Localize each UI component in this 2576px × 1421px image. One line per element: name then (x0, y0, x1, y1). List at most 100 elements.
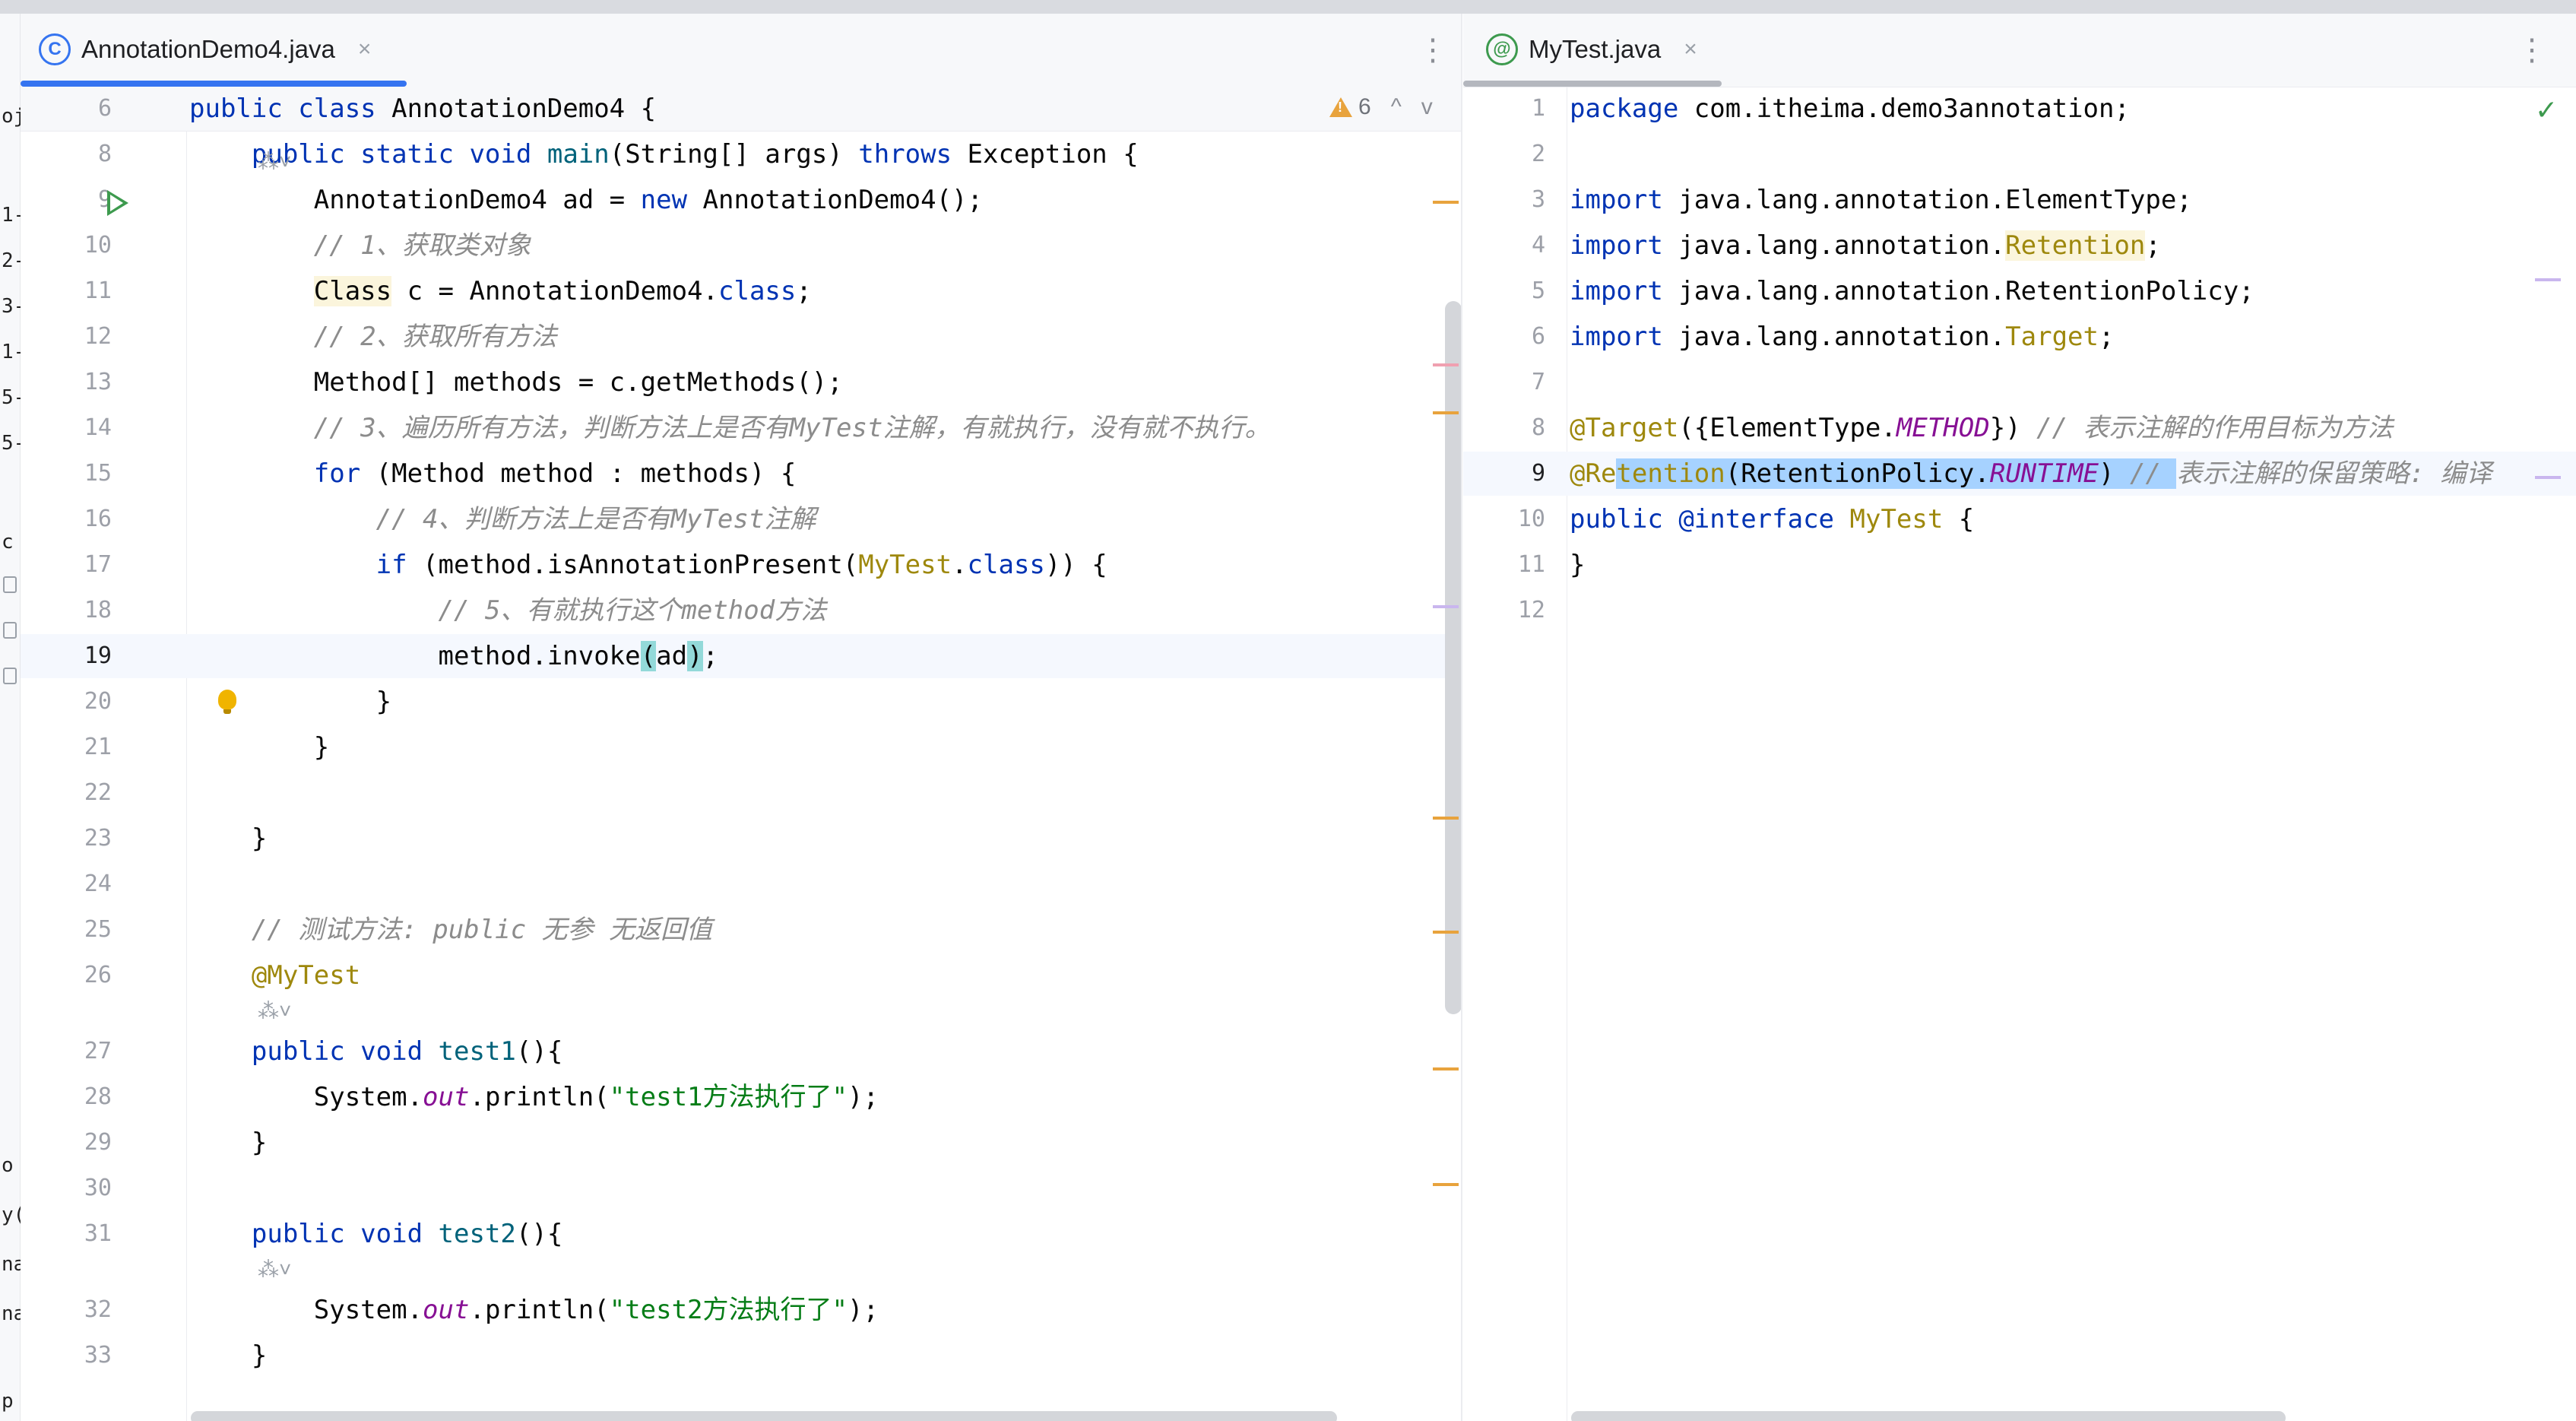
warning-marker[interactable] (1433, 817, 1459, 820)
code-line[interactable]: 3 import java.lang.annotation.ElementType… (1463, 178, 2576, 222)
tab-annotationdemo4[interactable]: C AnnotationDemo4.java × (39, 24, 371, 75)
code-line[interactable]: 8 public static void main(String[] args)… (21, 132, 1461, 176)
code-line[interactable]: 33 } (21, 1334, 1461, 1378)
code-text[interactable]: import java.lang.annotation.RetentionPol… (1570, 269, 2254, 313)
warning-marker[interactable] (1433, 1183, 1459, 1186)
code-line[interactable]: 13 Method[] methods = c.getMethods(); (21, 360, 1461, 404)
info-marker[interactable] (2535, 278, 2561, 281)
info-marker[interactable] (2535, 476, 2561, 479)
code-text[interactable]: // 5、有就执行这个method方法 (189, 588, 827, 633)
project-tree-fragment[interactable]: p (2, 1390, 14, 1413)
code-text[interactable]: } (1570, 543, 1585, 587)
code-line[interactable]: 27 public void test1(){ (21, 1029, 1461, 1074)
warning-marker[interactable] (1433, 411, 1459, 414)
more-options-icon[interactable]: ⋮ (2517, 35, 2547, 65)
code-line[interactable]: 1 package com.itheima.demo3annotation; (1463, 87, 2576, 131)
code-text[interactable]: // 4、判断方法上是否有MyTest注解 (189, 497, 816, 541)
code-text[interactable]: public class AnnotationDemo4 { (189, 87, 656, 131)
close-icon[interactable]: × (358, 36, 372, 62)
close-icon[interactable]: × (1684, 36, 1697, 62)
code-text[interactable]: } (189, 1334, 267, 1378)
code-text[interactable]: } (189, 1121, 267, 1165)
code-line[interactable]: 9 @Retention(RetentionPolicy.RUNTIME) // … (1463, 452, 2576, 496)
vertical-scrollbar[interactable] (1445, 301, 1461, 1014)
code-text[interactable]: System.out.println("test2方法执行了"); (189, 1288, 879, 1332)
editor-pane-mytest[interactable]: @ MyTest.java × ⋮ 1 package com.itheima.d… (1463, 14, 2576, 1421)
code-text[interactable]: System.out.println("test1方法执行了"); (189, 1075, 879, 1119)
code-editor-right[interactable]: 1 package com.itheima.demo3annotation; 2 3 i… (1463, 87, 2576, 1421)
code-line[interactable]: 31 public void test2(){ (21, 1212, 1461, 1256)
code-text[interactable]: @MyTest (189, 953, 360, 998)
code-line[interactable]: 4 import java.lang.annotation.Retention; (1463, 224, 2576, 268)
code-text[interactable]: for (Method method : methods) { (189, 452, 797, 496)
code-line[interactable]: 18 // 5、有就执行这个method方法 (21, 588, 1461, 633)
code-line[interactable]: 9 AnnotationDemo4 ad = new AnnotationDem… (21, 178, 1461, 222)
code-line[interactable]: 16 // 4、判断方法上是否有MyTest注解 (21, 497, 1461, 541)
more-options-icon[interactable]: ⋮ (1418, 35, 1448, 65)
code-line[interactable]: 6 import java.lang.annotation.Target; (1463, 315, 2576, 359)
code-text[interactable]: } (189, 725, 329, 769)
code-line[interactable]: 7 (1463, 360, 2576, 404)
code-line[interactable]: 8 @Target({ElementType.METHOD}) // 表示注解的作… (1463, 406, 2576, 450)
code-line[interactable]: 5 import java.lang.annotation.RetentionPo… (1463, 269, 2576, 313)
code-line[interactable]: 11} (1463, 543, 2576, 587)
code-line[interactable]: 25 // 测试方法: public 无参 无返回值 (21, 908, 1461, 952)
code-line[interactable]: 24 (21, 862, 1461, 906)
code-line[interactable]: 26 @MyTest (21, 953, 1461, 998)
code-text[interactable]: import java.lang.annotation.ElementType; (1570, 178, 2192, 222)
lightbulb-icon[interactable] (218, 690, 236, 714)
warning-marker[interactable] (1433, 931, 1459, 934)
code-text[interactable]: AnnotationDemo4 ad = new AnnotationDemo4… (189, 178, 983, 222)
project-tree-fragment[interactable]: o (2, 1154, 14, 1177)
info-marker[interactable] (1433, 605, 1459, 608)
code-line[interactable]: 2 (1463, 132, 2576, 176)
run-icon[interactable] (107, 190, 128, 216)
code-line[interactable]: 19 method.invoke(ad); (21, 634, 1461, 678)
project-tree-fragment[interactable]: c (2, 531, 14, 553)
code-text[interactable]: import java.lang.annotation.Target; (1570, 315, 2114, 359)
code-text[interactable]: // 3、遍历所有方法，判断方法上是否有MyTest注解，有就执行，没有就不执行… (189, 406, 1271, 450)
code-line[interactable]: 14 // 3、遍历所有方法，判断方法上是否有MyTest注解，有就执行，没有就… (21, 406, 1461, 450)
code-line[interactable]: 11 Class c = AnnotationDemo4.class; (21, 269, 1461, 313)
code-text[interactable]: package com.itheima.demo3annotation; (1570, 87, 2130, 131)
horizontal-scrollbar[interactable] (191, 1411, 1337, 1421)
project-sidebar-strip[interactable]: oj 1- 2- 3- 1- 5- 5- c o y(na na p (0, 14, 25, 1421)
code-text[interactable]: @Target({ElementType.METHOD}) // 表示注解的作用… (1570, 406, 2394, 450)
code-line[interactable]: 15 for (Method method : methods) { (21, 452, 1461, 496)
error-marker[interactable] (1433, 363, 1459, 366)
code-line[interactable]: 29 } (21, 1121, 1461, 1165)
code-line[interactable]: 28 System.out.println("test1方法执行了"); (21, 1075, 1461, 1119)
code-line[interactable]: 21 } (21, 725, 1461, 769)
inlay-hint-icon[interactable]: ⁂˅ (258, 1257, 291, 1282)
code-text[interactable]: public static void main(String[] args) t… (189, 132, 1139, 176)
code-line[interactable]: 12 // 2、获取所有方法 (21, 315, 1461, 359)
horizontal-scrollbar[interactable] (1571, 1411, 2286, 1421)
code-text[interactable]: Method[] methods = c.getMethods(); (189, 360, 843, 404)
code-line[interactable]: 17 if (method.isAnnotationPresent(MyTest… (21, 543, 1461, 587)
code-line[interactable]: 30 (21, 1166, 1461, 1210)
warning-marker[interactable] (1433, 1067, 1459, 1071)
editor-pane-annotationdemo4[interactable]: C AnnotationDemo4.java × ⋮ 6 ^ v 6public… (21, 14, 1462, 1421)
code-text[interactable]: public void test2(){ (189, 1212, 562, 1256)
code-text[interactable]: Class c = AnnotationDemo4.class; (189, 269, 812, 313)
code-line[interactable]: 12 (1463, 588, 2576, 633)
code-editor-left[interactable]: 6 ^ v 6public class AnnotationDemo4 {8 p… (21, 87, 1461, 1421)
code-text[interactable]: @Retention(RetentionPolicy.RUNTIME) // 表… (1570, 452, 2492, 496)
code-text[interactable]: public @interface MyTest { (1570, 497, 1974, 541)
inlay-hint-icon[interactable]: ⁂˅ (258, 998, 291, 1023)
code-line[interactable]: 20 } (21, 680, 1461, 724)
tab-mytest[interactable]: @ MyTest.java × (1486, 24, 1697, 75)
code-text[interactable]: // 1、获取类对象 (189, 224, 531, 268)
code-text[interactable]: method.invoke(ad); (189, 634, 718, 678)
code-line[interactable]: 22 (21, 771, 1461, 815)
code-text[interactable]: public void test1(){ (189, 1029, 562, 1074)
code-line[interactable]: 23 } (21, 817, 1461, 861)
code-line[interactable]: 6 public class AnnotationDemo4 { (21, 87, 1461, 131)
code-text[interactable]: // 测试方法: public 无参 无返回值 (189, 908, 712, 952)
warning-marker[interactable] (1433, 201, 1459, 204)
code-text[interactable]: if (method.isAnnotationPresent(MyTest.cl… (189, 543, 1107, 587)
code-text[interactable]: // 2、获取所有方法 (189, 315, 557, 359)
code-line[interactable]: 10 // 1、获取类对象 (21, 224, 1461, 268)
code-text[interactable]: import java.lang.annotation.Retention; (1570, 224, 2161, 268)
inlay-hint-icon[interactable]: ⁂˅ (258, 149, 291, 174)
